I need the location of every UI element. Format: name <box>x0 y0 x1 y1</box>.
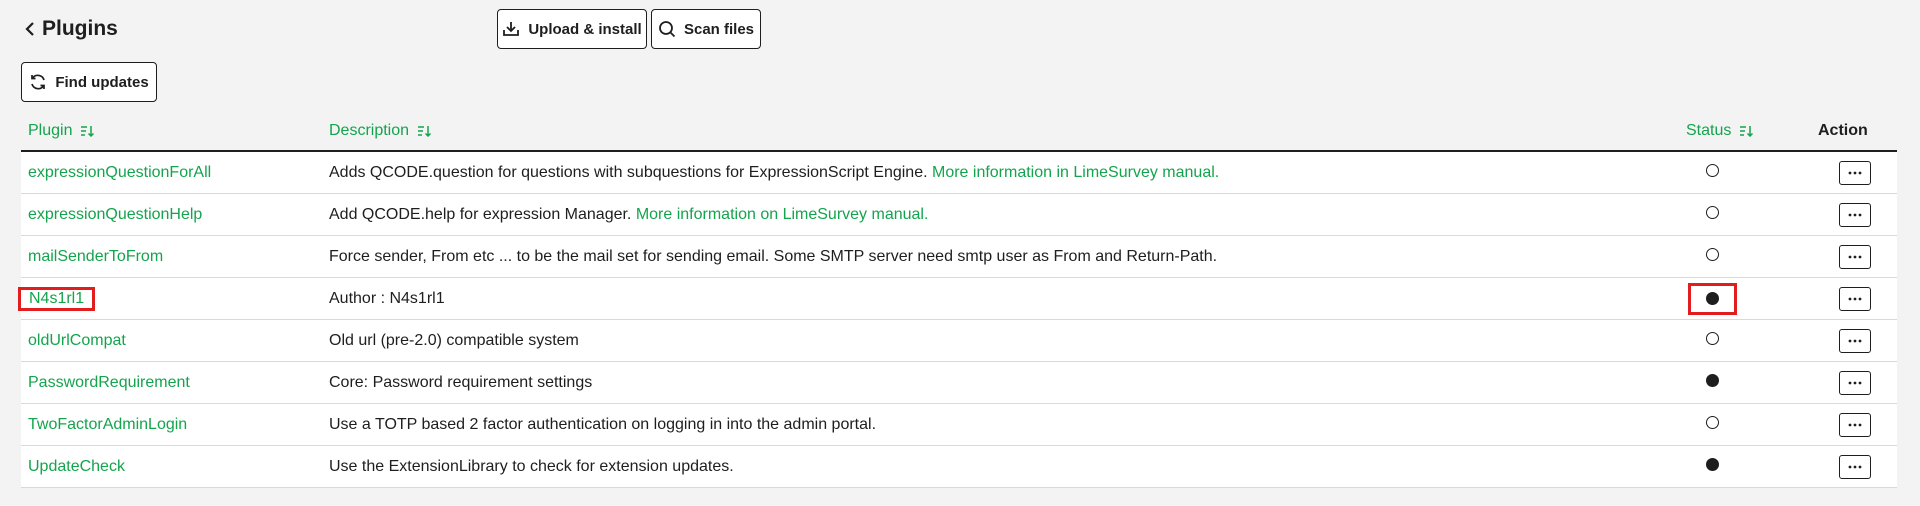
plugin-description: Core: Password requirement settings <box>329 374 592 391</box>
status-toggle[interactable] <box>1706 331 1719 345</box>
sort-icon <box>1740 126 1754 137</box>
column-header-action: Action <box>1818 122 1868 139</box>
plugin-description-text: Use a TOTP based 2 factor authentication… <box>329 415 877 433</box>
back-link[interactable]: Plugins <box>24 15 118 43</box>
table-body: expressionQuestionForAll Adds QCODE.quest… <box>17 152 1897 488</box>
more-dots-icon <box>1848 255 1861 258</box>
plugins-page: Plugins Upload & install Scan files Find… <box>0 0 1920 506</box>
table-row: PasswordRequirement Core: Password requir… <box>21 362 1897 404</box>
plugin-name-link[interactable]: oldUrlCompat <box>28 332 126 349</box>
plugin-description-text: Author : N4s1rl1 <box>329 289 445 307</box>
page-title: Plugins <box>42 17 118 40</box>
plugin-description: Use a TOTP based 2 factor authentication… <box>329 416 876 433</box>
column-header-status-label: Status <box>1686 122 1732 139</box>
table-row: UpdateCheck Use the ExtensionLibrary to c… <box>21 446 1897 488</box>
column-header-description-label: Description <box>329 122 410 139</box>
more-dots-icon <box>1848 213 1861 216</box>
status-toggle[interactable] <box>1706 457 1719 471</box>
row-actions-button[interactable] <box>1838 202 1871 227</box>
table-row: oldUrlCompat Old url (pre-2.0) compatible… <box>21 320 1897 362</box>
status-inactive-icon <box>1706 247 1719 261</box>
status-inactive-icon <box>1706 205 1719 219</box>
status-toggle[interactable] <box>1706 247 1719 261</box>
status-active-icon <box>1706 457 1719 471</box>
upload-install-label: Upload & install <box>528 20 642 38</box>
upload-icon <box>503 22 520 36</box>
find-updates-button[interactable]: Find updates <box>21 62 157 102</box>
status-toggle[interactable] <box>1706 415 1719 429</box>
status-toggle[interactable] <box>1706 373 1719 387</box>
plugin-description-text: Force sender, From etc ... to be the mai… <box>329 247 1218 265</box>
plugin-description: Old url (pre-2.0) compatible system <box>329 332 579 349</box>
table-row: mailSenderToFrom Force sender, From etc .… <box>21 236 1897 278</box>
plugin-description-text: Adds QCODE.question for questions with s… <box>329 163 932 181</box>
row-actions-button[interactable] <box>1838 412 1871 437</box>
row-actions-button[interactable] <box>1838 286 1871 311</box>
plugin-description-text: Use the ExtensionLibrary to check for ex… <box>329 457 734 475</box>
chevron-left-icon <box>25 22 34 36</box>
status-inactive-icon <box>1706 331 1719 345</box>
plugin-name-link[interactable]: UpdateCheck <box>28 458 125 475</box>
manual-link[interactable]: More information on LimeSurvey manual. <box>636 206 929 223</box>
find-updates-label: Find updates <box>55 73 149 91</box>
plugin-name-link[interactable]: PasswordRequirement <box>28 374 190 391</box>
column-header-description[interactable]: Description <box>329 122 1686 140</box>
plugin-name-link[interactable]: expressionQuestionForAll <box>28 164 211 181</box>
refresh-icon <box>31 74 46 90</box>
status-inactive-icon <box>1706 415 1719 429</box>
more-dots-icon <box>1848 297 1861 300</box>
more-dots-icon <box>1848 339 1861 342</box>
table-row: expressionQuestionHelp Add QCODE.help for… <box>21 194 1897 236</box>
plugin-description: Use the ExtensionLibrary to check for ex… <box>329 458 734 475</box>
row-actions-button[interactable] <box>1838 454 1871 479</box>
status-active-icon <box>1706 373 1719 387</box>
status-inactive-icon <box>1706 163 1719 177</box>
more-dots-icon <box>1848 381 1861 384</box>
table-row: N4s1rl1 Author : N4s1rl1 <box>17 278 1897 320</box>
row-actions-button[interactable] <box>1838 370 1871 395</box>
column-header-status[interactable]: Status <box>1686 122 1812 140</box>
status-toggle[interactable] <box>1706 205 1719 219</box>
plugin-description: Force sender, From etc ... to be the mai… <box>329 248 1217 265</box>
sort-icon <box>418 126 432 137</box>
more-dots-icon <box>1848 465 1861 468</box>
plugin-name-link[interactable]: TwoFactorAdminLogin <box>28 416 187 433</box>
row-actions-button[interactable] <box>1838 160 1871 185</box>
plugin-description: Author : N4s1rl1 <box>329 290 445 307</box>
plugin-name-link[interactable]: N4s1rl1 <box>17 286 96 311</box>
plugin-description-text: Old url (pre-2.0) compatible system <box>329 331 579 349</box>
search-icon <box>659 21 676 38</box>
plugin-description-text: Core: Password requirement settings <box>329 373 593 391</box>
status-toggle[interactable] <box>1706 163 1719 177</box>
table-row: expressionQuestionForAll Adds QCODE.quest… <box>21 152 1897 194</box>
row-actions-button[interactable] <box>1838 328 1871 353</box>
plugin-description-text: Add QCODE.help for expression Manager. <box>329 205 636 223</box>
table-header: Plugin Description Status Action <box>21 112 1897 152</box>
more-dots-icon <box>1848 171 1861 174</box>
column-header-plugin[interactable]: Plugin <box>28 122 322 140</box>
table-row: TwoFactorAdminLogin Use a TOTP based 2 fa… <box>21 404 1897 446</box>
scan-files-button[interactable]: Scan files <box>651 9 761 49</box>
plugin-description: Adds QCODE.question for questions with s… <box>329 164 1219 181</box>
plugin-name-link[interactable]: expressionQuestionHelp <box>28 206 202 223</box>
plugins-table: Plugin Description Status Action express… <box>17 112 1897 488</box>
plugin-description: Add QCODE.help for expression Manager. M… <box>329 206 928 223</box>
status-active-icon <box>1706 292 1719 305</box>
status-toggle[interactable] <box>1688 282 1737 315</box>
upload-install-button[interactable]: Upload & install <box>497 9 647 49</box>
column-header-plugin-label: Plugin <box>28 122 73 139</box>
row-actions-button[interactable] <box>1838 244 1871 269</box>
manual-link[interactable]: More information in LimeSurvey manual. <box>932 164 1219 181</box>
plugin-name-link[interactable]: mailSenderToFrom <box>28 248 163 265</box>
more-dots-icon <box>1848 423 1861 426</box>
sort-icon <box>81 126 95 137</box>
scan-files-label: Scan files <box>683 20 755 38</box>
